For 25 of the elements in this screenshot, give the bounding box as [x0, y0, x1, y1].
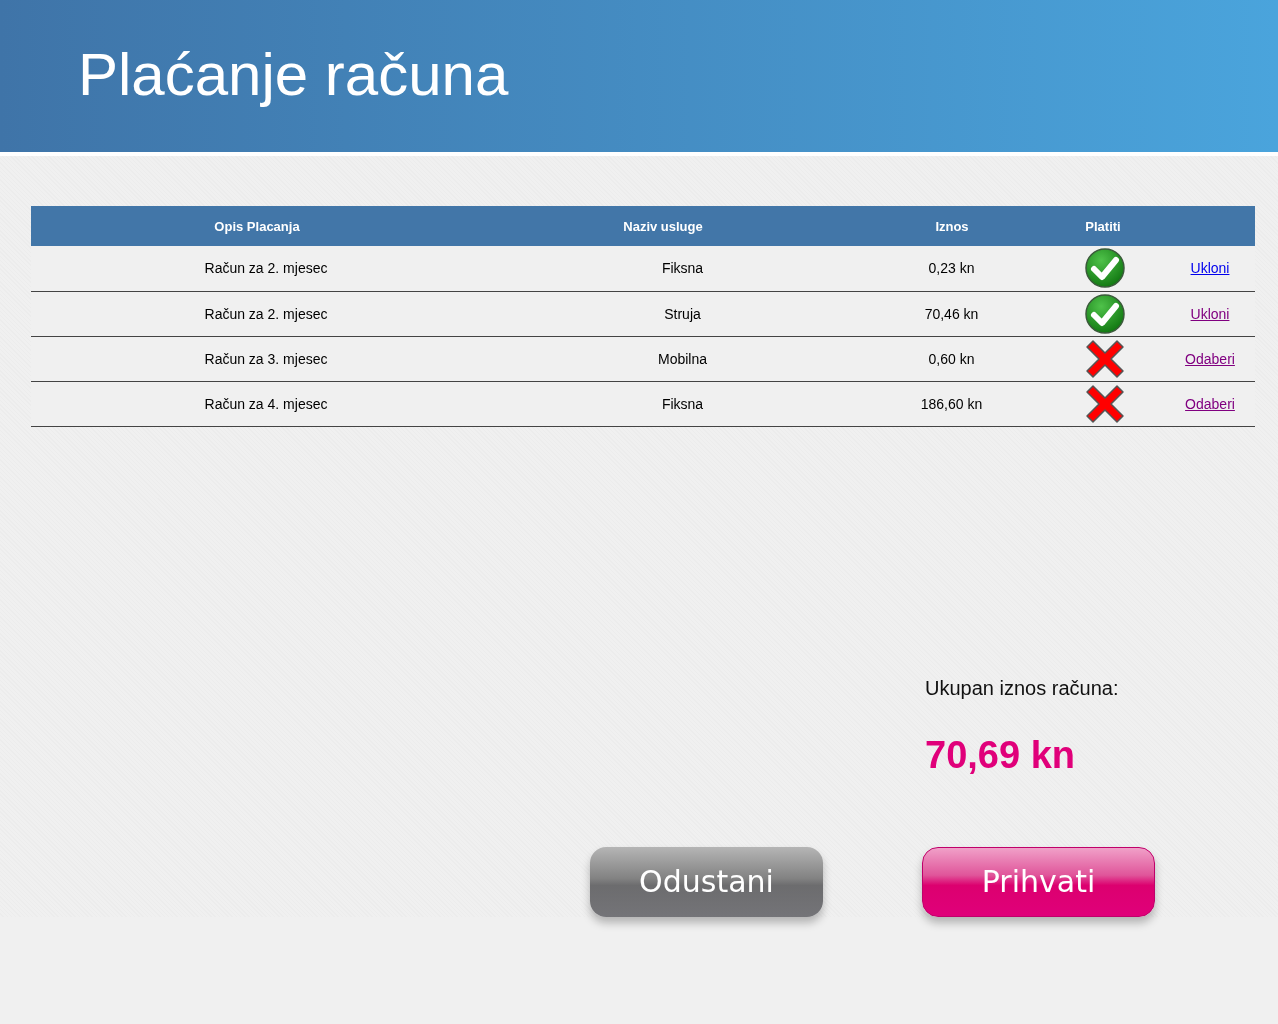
table-cell: Fiksna — [661, 260, 704, 277]
table-cell: 0,23 kn — [928, 260, 975, 277]
total-amount: 70,69 kn — [925, 733, 1076, 777]
table-cell: Račun za 2. mjesec — [204, 260, 328, 277]
table-cell: Struja — [664, 305, 701, 322]
table-cell: Mobilna — [658, 350, 707, 367]
column-header: Opis Placanja — [214, 218, 300, 234]
table-cell: Račun za 2. mjesec — [204, 305, 328, 322]
page-title: Plaćanje računa — [78, 39, 509, 109]
action-link[interactable]: Ukloni — [1190, 260, 1230, 277]
table-cell: Račun za 3. mjesec — [204, 350, 328, 367]
cancel-button[interactable]: Odustani — [590, 846, 823, 917]
accept-button[interactable]: Prihvati — [922, 846, 1155, 917]
table-cell: 186,60 kn — [920, 395, 983, 412]
table-cell: Fiksna — [661, 395, 704, 412]
action-link[interactable]: Odaberi — [1185, 395, 1235, 412]
action-link[interactable]: Odaberi — [1185, 350, 1235, 367]
action-link[interactable]: Ukloni — [1190, 305, 1230, 322]
column-header: Iznos — [935, 218, 969, 234]
table-cell: Račun za 4. mjesec — [204, 395, 328, 412]
table-cell: 0,60 kn — [928, 350, 975, 367]
column-header: Naziv usluge — [623, 218, 703, 234]
total-label: Ukupan iznos računa: — [925, 676, 1120, 700]
table-cell: 70,46 kn — [924, 305, 979, 322]
column-header: Platiti — [1085, 218, 1121, 234]
